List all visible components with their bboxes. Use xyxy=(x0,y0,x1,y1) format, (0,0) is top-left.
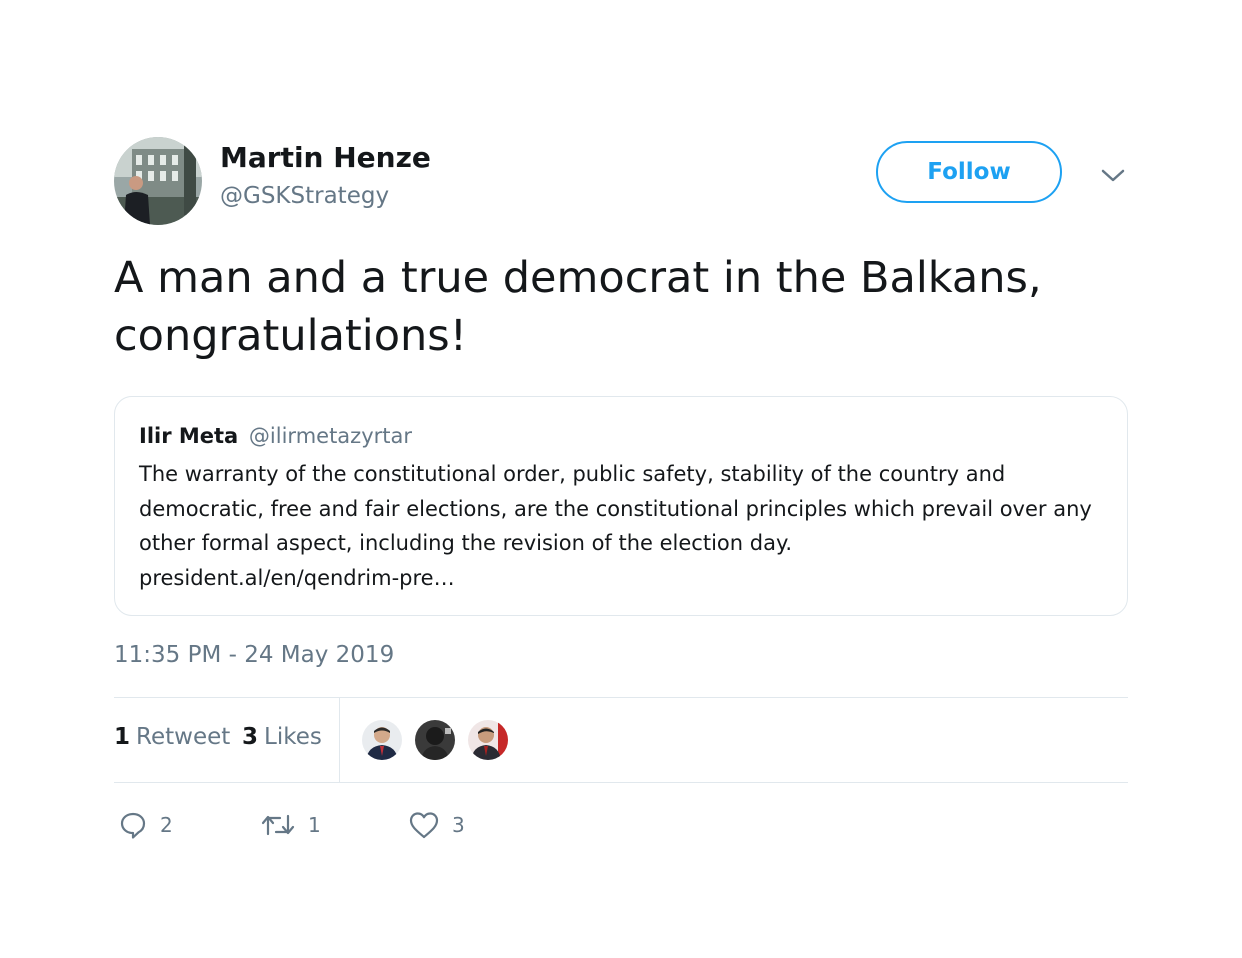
chevron-down-icon[interactable] xyxy=(1099,165,1127,185)
tweet-stats: 1 Retweet 3 Likes xyxy=(114,698,1128,782)
likes-count: 3 xyxy=(242,724,259,750)
quoted-tweet[interactable]: Ilir Meta @ilirmetazyrtar The warranty o… xyxy=(114,396,1128,616)
like-count: 3 xyxy=(452,813,465,837)
quoted-author-name: Ilir Meta xyxy=(139,424,239,448)
divider xyxy=(114,782,1128,783)
retweets-stat[interactable]: 1 Retweet xyxy=(114,724,230,750)
quoted-body: The warranty of the constitutional order… xyxy=(139,462,1092,555)
tweet-actions: 2 1 3 xyxy=(114,805,714,845)
retweets-label: Retweet xyxy=(136,724,231,750)
liker-avatar[interactable] xyxy=(360,718,404,762)
quoted-author: Ilir Meta @ilirmetazyrtar xyxy=(139,421,1105,451)
stats-separator xyxy=(339,698,340,782)
retweets-count: 1 xyxy=(114,724,131,750)
follow-button[interactable]: Follow xyxy=(876,141,1062,203)
liker-avatar[interactable] xyxy=(466,718,510,762)
retweet-button[interactable]: 1 xyxy=(260,805,321,845)
quoted-author-handle: @ilirmetazyrtar xyxy=(248,424,412,448)
likes-stat[interactable]: 3 Likes xyxy=(242,724,322,750)
author-avatar[interactable] xyxy=(114,137,202,225)
like-button[interactable]: 3 xyxy=(408,805,465,845)
tweet-timestamp[interactable]: 11:35 PM - 24 May 2019 xyxy=(114,642,394,668)
reply-button[interactable]: 2 xyxy=(118,805,173,845)
heart-icon xyxy=(408,810,440,840)
author-name[interactable]: Martin Henze xyxy=(220,141,431,174)
retweet-count: 1 xyxy=(308,813,321,837)
quoted-text: The warranty of the constitutional order… xyxy=(139,457,1105,595)
likes-label: Likes xyxy=(264,724,322,750)
liker-avatar[interactable] xyxy=(413,718,457,762)
tweet-header: Martin Henze @GSKStrategy Follow xyxy=(114,137,1128,225)
tweet-text: A man and a true democrat in the Balkans… xyxy=(114,253,1042,361)
quoted-link[interactable]: president.al/en/qendrim-pre… xyxy=(139,566,455,590)
author-handle[interactable]: @GSKStrategy xyxy=(220,183,389,209)
reply-icon xyxy=(118,810,148,840)
reply-count: 2 xyxy=(160,813,173,837)
tweet-card: Martin Henze @GSKStrategy Follow A man a… xyxy=(114,137,1128,839)
retweet-icon xyxy=(260,810,296,840)
